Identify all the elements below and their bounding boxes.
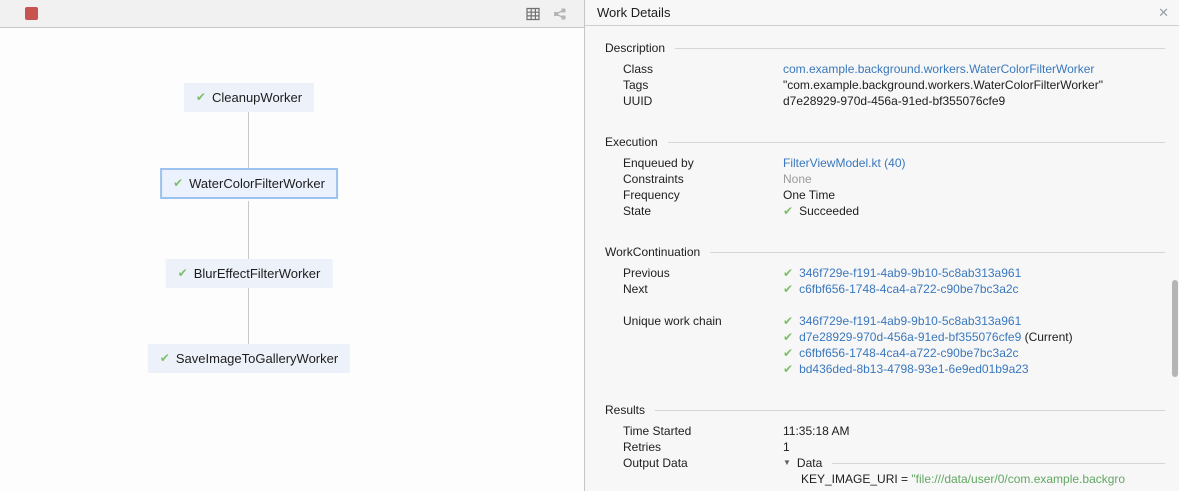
divider — [655, 410, 1165, 411]
section-results: Results Time Started 11:35:18 AM Retries… — [585, 402, 1179, 487]
success-check-icon: ✔ — [783, 330, 793, 344]
detail-row-state: State ✔ Succeeded — [585, 203, 1179, 219]
row-label: Retries — [623, 439, 783, 455]
state-value: Succeeded — [799, 204, 859, 218]
detail-row-next: Next ✔ c6fbf656-1748-4ca4-a722-c90be7bc3a… — [585, 281, 1179, 297]
divider — [710, 252, 1165, 253]
stop-icon[interactable] — [25, 7, 38, 20]
close-icon[interactable]: ✕ — [1158, 5, 1169, 21]
row-label: Output Data — [623, 455, 783, 471]
success-check-icon: ✔ — [783, 346, 793, 360]
section-execution: Execution Enqueued by FilterViewModel.kt… — [585, 134, 1179, 219]
section-heading-label: Results — [605, 402, 645, 418]
enqueued-by-link[interactable]: FilterViewModel.kt (40) — [783, 156, 905, 170]
success-check-icon: ✔ — [178, 265, 188, 282]
next-work-link[interactable]: c6fbf656-1748-4ca4-a722-c90be7bc3a2c — [799, 282, 1019, 296]
detail-row-chain-2: ✔ c6fbf656-1748-4ca4-a722-c90be7bc3a2c — [585, 345, 1179, 361]
graph-node-cleanup-worker[interactable]: ✔ CleanupWorker — [184, 83, 314, 112]
chain-work-link[interactable]: 346f729e-f191-4ab9-9b10-5c8ab313a961 — [799, 314, 1021, 328]
detail-row-chain-3: ✔ bd436ded-8b13-4798-93e1-6e9ed01b9a23 — [585, 361, 1179, 377]
success-check-icon: ✔ — [783, 204, 793, 218]
previous-work-link[interactable]: 346f729e-f191-4ab9-9b10-5c8ab313a961 — [799, 266, 1021, 280]
node-label: SaveImageToGalleryWorker — [176, 350, 338, 367]
work-graph: ✔ CleanupWorker ✔ WaterColorFilterWorker… — [0, 28, 584, 491]
retries-value: 1 — [783, 439, 1179, 455]
graph-view-icon[interactable] — [551, 6, 567, 22]
success-check-icon: ✔ — [783, 266, 793, 280]
section-work-continuation: WorkContinuation Previous ✔ 346f729e-f191… — [585, 244, 1179, 377]
graph-edge — [248, 288, 249, 344]
chain-current-suffix: (Current) — [1021, 330, 1072, 344]
work-details-header: Work Details ✕ — [585, 0, 1179, 26]
graph-node-watercolor-filter-worker[interactable]: ✔ WaterColorFilterWorker — [160, 168, 338, 199]
success-check-icon: ✔ — [196, 89, 206, 106]
divider — [668, 142, 1165, 143]
detail-row-enqueued-by: Enqueued by FilterViewModel.kt (40) — [585, 155, 1179, 171]
data-equals: = — [898, 471, 912, 487]
success-check-icon: ✔ — [783, 362, 793, 376]
divider — [832, 463, 1165, 464]
node-label: BlurEffectFilterWorker — [194, 265, 321, 282]
row-label: Next — [623, 281, 783, 297]
detail-row-output-data: Output Data ▼ Data — [585, 455, 1179, 471]
row-label: Constraints — [623, 171, 783, 187]
graph-node-blur-effect-filter-worker[interactable]: ✔ BlurEffectFilterWorker — [166, 259, 333, 288]
success-check-icon: ✔ — [160, 350, 170, 367]
data-value: "file:///data/user/0/com.example.backgro — [911, 471, 1125, 487]
table-view-icon[interactable] — [525, 6, 541, 22]
data-heading: Data — [797, 455, 822, 471]
detail-row-time-started: Time Started 11:35:18 AM — [585, 423, 1179, 439]
node-label: WaterColorFilterWorker — [189, 175, 325, 192]
graph-node-save-image-to-gallery-worker[interactable]: ✔ SaveImageToGalleryWorker — [148, 344, 350, 373]
detail-row-constraints: Constraints None — [585, 171, 1179, 187]
section-description: Description Class com.example.background… — [585, 40, 1179, 109]
work-details-body: Description Class com.example.background… — [585, 26, 1179, 487]
section-heading-label: WorkContinuation — [605, 244, 700, 260]
frequency-value: One Time — [783, 187, 1179, 203]
detail-row-tags: Tags "com.example.background.workers.Wat… — [585, 77, 1179, 93]
vertical-scrollbar[interactable] — [1172, 280, 1178, 377]
section-heading-label: Execution — [605, 134, 658, 150]
section-heading-label: Description — [605, 40, 665, 56]
detail-row-frequency: Frequency One Time — [585, 187, 1179, 203]
work-details-panel: Work Details ✕ Description Class com.exa… — [585, 0, 1179, 491]
constraints-value: None — [783, 171, 1179, 187]
detail-row-chain-1: ✔ d7e28929-970d-456a-91ed-bf355076cfe9 (C… — [585, 329, 1179, 345]
tags-value: "com.example.background.workers.WaterCol… — [783, 77, 1179, 93]
row-label: Time Started — [623, 423, 783, 439]
row-label: Enqueued by — [623, 155, 783, 171]
detail-row-retries: Retries 1 — [585, 439, 1179, 455]
time-started-value: 11:35:18 AM — [783, 423, 1179, 439]
detail-row-previous: Previous ✔ 346f729e-f191-4ab9-9b10-5c8ab3… — [585, 265, 1179, 281]
node-label: CleanupWorker — [212, 89, 302, 106]
success-check-icon: ✔ — [783, 282, 793, 296]
graph-edge — [248, 201, 249, 259]
background-task-inspector: ✔ CleanupWorker ✔ WaterColorFilterWorker… — [0, 0, 1179, 491]
detail-row-class: Class com.example.background.workers.Wat… — [585, 61, 1179, 77]
uuid-value: d7e28929-970d-456a-91ed-bf355076cfe9 — [783, 93, 1179, 109]
row-label: Tags — [623, 77, 783, 93]
chain-work-link[interactable]: bd436ded-8b13-4798-93e1-6e9ed01b9a23 — [799, 362, 1029, 376]
row-label: State — [623, 203, 783, 219]
success-check-icon: ✔ — [783, 314, 793, 328]
graph-panel: ✔ CleanupWorker ✔ WaterColorFilterWorker… — [0, 0, 585, 491]
success-check-icon: ✔ — [173, 175, 183, 192]
chain-work-link[interactable]: c6fbf656-1748-4ca4-a722-c90be7bc3a2c — [799, 346, 1019, 360]
graph-edge — [248, 112, 249, 168]
graph-toolbar — [0, 0, 584, 28]
row-label: Unique work chain — [623, 313, 783, 329]
class-link[interactable]: com.example.background.workers.WaterColo… — [783, 62, 1094, 76]
row-label: Class — [623, 61, 783, 77]
collapse-arrow-icon[interactable]: ▼ — [783, 455, 791, 471]
row-label: UUID — [623, 93, 783, 109]
data-key: KEY_IMAGE_URI — [801, 471, 898, 487]
chain-work-link[interactable]: d7e28929-970d-456a-91ed-bf355076cfe9 — [799, 330, 1021, 344]
row-label: Frequency — [623, 187, 783, 203]
row-label: Previous — [623, 265, 783, 281]
detail-row-chain-0: Unique work chain ✔ 346f729e-f191-4ab9-9b… — [585, 313, 1179, 329]
detail-row-uuid: UUID d7e28929-970d-456a-91ed-bf355076cfe… — [585, 93, 1179, 109]
detail-row-key-image-uri: KEY_IMAGE_URI = "file:///data/user/0/com… — [585, 471, 1179, 487]
panel-title: Work Details — [597, 5, 670, 20]
divider — [675, 48, 1165, 49]
